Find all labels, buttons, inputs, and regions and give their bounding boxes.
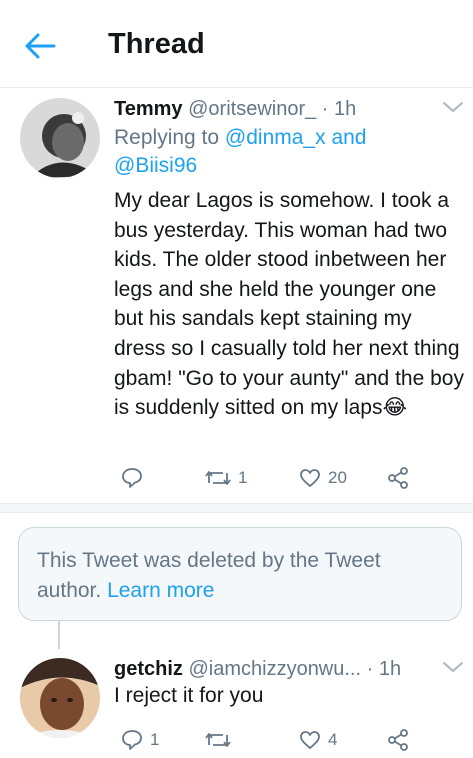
thread-connector (58, 621, 60, 649)
back-arrow-icon[interactable] (22, 28, 62, 64)
top-bar: Thread (0, 0, 473, 88)
tweet-header: Temmy @oritsewinor_ · 1h (114, 96, 356, 122)
chevron-down-icon[interactable] (442, 100, 464, 114)
retweet-button[interactable]: 1 (204, 466, 247, 490)
replying-prefix: Replying to (114, 126, 220, 149)
retweet-count: 1 (238, 468, 248, 487)
reply-button[interactable]: 1 (120, 728, 159, 752)
separator-dot: · (366, 658, 374, 680)
author-name[interactable]: getchiz (114, 658, 183, 680)
share-button[interactable] (386, 728, 410, 752)
share-icon (388, 467, 408, 489)
replying-and[interactable]: and (331, 126, 366, 149)
tweet-time: 1h (334, 98, 357, 120)
like-count: 4 (328, 730, 338, 749)
avatar[interactable] (20, 658, 100, 738)
author-name[interactable]: Temmy (114, 98, 183, 120)
mention-link[interactable]: @dinma_x (225, 126, 326, 149)
heart-icon (300, 469, 320, 487)
chevron-down-icon[interactable] (442, 660, 464, 674)
mention-link[interactable]: @Biisi96 (114, 154, 197, 177)
like-button[interactable]: 20 (298, 466, 347, 490)
like-count: 20 (328, 468, 347, 487)
author-handle[interactable]: @oritsewinor_ (188, 98, 316, 120)
section-divider (0, 503, 473, 513)
separator-dot: · (321, 98, 329, 120)
deleted-tweet-notice: This Tweet was deleted by the Tweet auth… (18, 527, 462, 621)
page-title: Thread (108, 28, 205, 60)
tweet-header: getchiz @iamchizzyonwu... · 1h (114, 656, 401, 682)
replying-to: Replying to @dinma_x and @Biisi96 (114, 124, 444, 180)
tweet-text: My dear Lagos is somehow. I took a bus y… (114, 189, 464, 420)
retweet-button[interactable] (204, 728, 232, 752)
reply-count: 1 (150, 730, 160, 749)
avatar[interactable] (20, 98, 100, 178)
retweet-icon (205, 733, 231, 747)
reply-icon (122, 468, 142, 488)
reply-button[interactable] (120, 466, 144, 490)
like-button[interactable]: 4 (298, 728, 337, 752)
share-button[interactable] (386, 466, 410, 490)
tweet-text: I reject it for you (114, 684, 264, 707)
tweet-time: 1h (378, 658, 402, 680)
learn-more-link[interactable]: Learn more (107, 579, 214, 602)
retweet-icon (205, 471, 231, 485)
author-handle[interactable]: @iamchizzyonwu... (188, 658, 361, 680)
heart-icon (300, 731, 320, 749)
reply-icon (122, 730, 142, 750)
share-icon (388, 729, 408, 751)
